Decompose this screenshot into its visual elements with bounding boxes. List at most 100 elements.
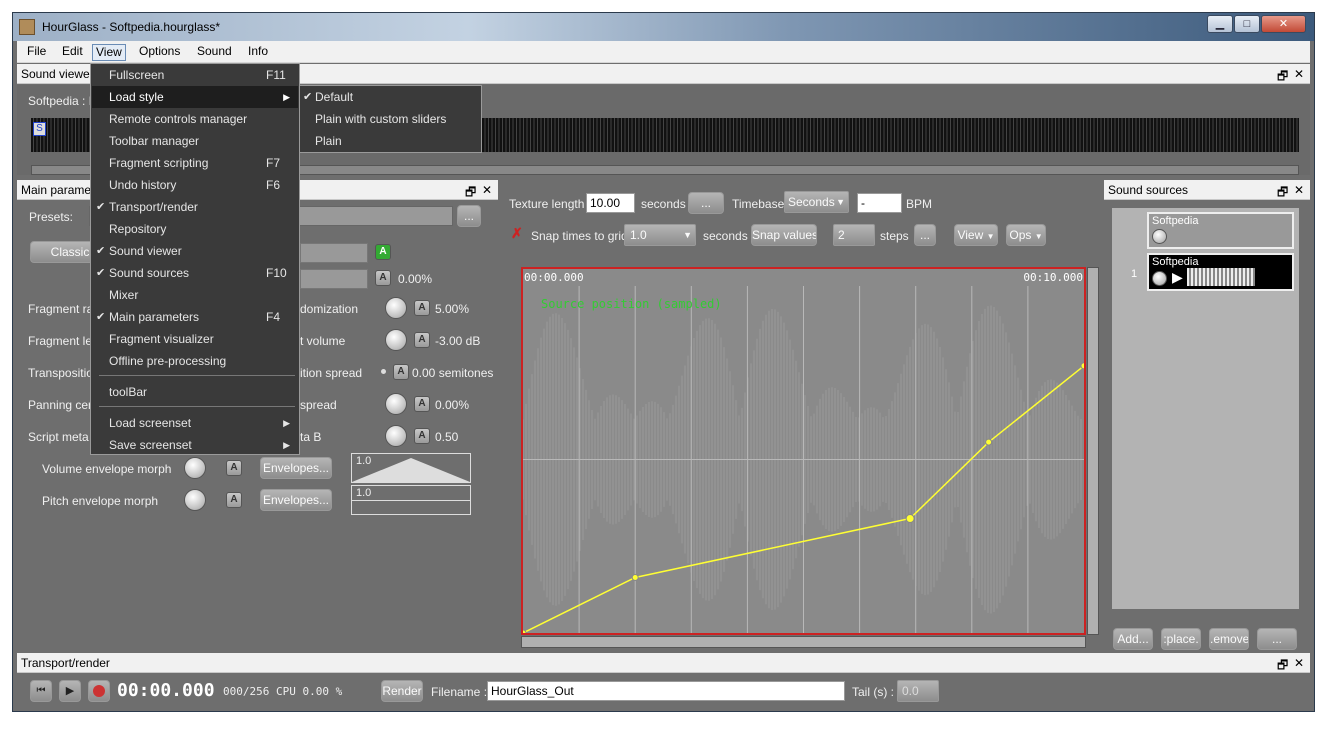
param-knob[interactable] [385,393,407,415]
menu-item-load-style[interactable]: Load style ▶ [92,86,298,108]
sources-more-button[interactable]: ... [1257,628,1297,650]
param-knob[interactable] [385,297,407,319]
pitch-env-knob[interactable] [184,489,206,511]
sound-viewer-marker[interactable]: S [33,122,46,136]
menu-item-label: Undo history [109,178,177,192]
menu-item-fullscreen[interactable]: Fullscreen F11 [92,64,298,86]
menu-item-main-parameters[interactable]: ✔ Main parameters F4 [92,306,298,328]
pitch-envelope-preview[interactable]: 1.0 [351,485,471,515]
close-icon[interactable]: ✕ [482,183,492,197]
close-button[interactable]: ✕ [1261,15,1306,33]
auto-toggle[interactable]: A [414,300,430,316]
length-dropdown[interactable]: ... [688,192,724,214]
steps-more-button[interactable]: ... [914,224,936,246]
menu-item-load-screenset[interactable]: Load screenset ▶ [92,412,298,434]
source-knob[interactable] [1152,271,1167,286]
param-knob[interactable] [385,425,407,447]
menu-item-toolbar-manager[interactable]: Toolbar manager [92,130,298,152]
sound-sources-title-bar: Sound sources 🗗 ✕ [1104,180,1310,200]
auto-toggle[interactable]: A [393,364,409,380]
presets-label: Presets: [29,210,74,224]
steps-spinner[interactable]: 2 [833,224,875,246]
menu-info[interactable]: Info [245,44,271,59]
menu-view[interactable]: View [92,44,126,61]
maximize-button[interactable]: □ [1234,15,1260,33]
param-label: Fragment rat [28,302,97,316]
auto-toggle[interactable]: A [414,428,430,444]
menu-item-fragment-visualizer[interactable]: Fragment visualizer [92,328,298,350]
menu-item-remote-controls[interactable]: Remote controls manager [92,108,298,130]
replace-source-button[interactable]: :place. [1161,628,1201,650]
menu-item-offline-preprocessing[interactable]: Offline pre-processing [92,350,298,372]
ops-button[interactable]: Ops ▼ [1006,224,1046,246]
minimize-button[interactable]: ▁ [1207,15,1233,33]
menu-item-toolbar[interactable]: toolBar [92,381,298,403]
menu-item-style-plain[interactable]: Plain [301,130,480,152]
menu-item-undo-history[interactable]: Undo history F6 [92,174,298,196]
record-icon[interactable] [88,680,110,702]
auto-toggle[interactable]: A [226,460,242,476]
render-button[interactable]: Render [381,680,423,702]
volume-envelope-preview[interactable]: 1.0 [351,453,471,483]
param-knob[interactable] [385,329,407,351]
volume-env-knob[interactable] [184,457,206,479]
menu-item-transport-render[interactable]: ✔ Transport/render [92,196,298,218]
menu-item-fragment-scripting[interactable]: Fragment scripting F7 [92,152,298,174]
data-point [985,438,993,446]
auto-toggle[interactable]: A [414,332,430,348]
source-item[interactable]: Softpedia [1147,212,1294,249]
chevron-right-icon: ▶ [283,418,290,428]
texture-length-input[interactable]: 10.00 [586,193,635,213]
menu-item-label: Save screenset [109,438,192,452]
param-value: 0.00% [435,398,470,412]
plot-canvas [523,286,1084,633]
chevron-down-icon: ▼ [836,197,845,207]
rewind-icon[interactable]: ⏮ [30,680,52,702]
menu-item-repository[interactable]: Repository [92,218,298,240]
add-source-button[interactable]: Add... [1113,628,1153,650]
tail-spinner[interactable]: 0.0 [897,680,939,702]
param-dot[interactable] [381,369,386,374]
filename-input[interactable]: HourGlass_Out [487,681,845,701]
texture-plot[interactable]: 00:00.000 00:10.000 Source position (sam… [521,267,1086,635]
view-menu: Fullscreen F11 Load style ▶ Remote control… [90,63,300,455]
plot-scrollbar-h[interactable] [521,636,1086,648]
menu-item-sound-sources[interactable]: ✔ Sound sources F10 [92,262,298,284]
snap-select[interactable]: 1.0 ▼ [624,224,696,246]
param-slider-1[interactable] [300,243,368,263]
play-icon[interactable]: ▶ [1172,269,1183,286]
menu-item-sound-viewer[interactable]: ✔ Sound viewer [92,240,298,262]
menu-item-style-plain-sliders[interactable]: Plain with custom sliders [301,108,480,130]
bpm-input[interactable]: - [857,193,902,213]
source-knob[interactable] [1152,229,1167,244]
menu-separator [99,375,295,376]
close-icon[interactable]: ✕ [1294,183,1304,197]
snap-checkbox[interactable]: ✗ [511,226,525,240]
menu-file[interactable]: File [24,44,49,59]
close-icon[interactable]: ✕ [1294,656,1304,670]
menu-edit[interactable]: Edit [59,44,86,59]
envelopes-button[interactable]: Envelopes... [260,457,332,479]
timebase-select[interactable]: Seconds ▼ [784,191,849,213]
view-button[interactable]: View ▼ [954,224,998,246]
param-name: t volume [300,334,346,348]
presets-more-button[interactable]: ... [457,205,481,227]
menu-item-style-default[interactable]: ✔ Default [301,86,480,108]
close-icon[interactable]: ✕ [1294,67,1304,81]
menu-item-mixer[interactable]: Mixer [92,284,298,306]
auto-toggle-green[interactable]: A [375,244,391,260]
menu-item-save-screenset[interactable]: Save screenset ▶ [92,434,298,456]
menu-options[interactable]: Options [136,44,183,59]
auto-toggle[interactable]: A [414,396,430,412]
remove-source-button[interactable]: .emove [1209,628,1249,650]
auto-toggle[interactable]: A [226,492,242,508]
auto-toggle[interactable]: A [375,270,391,286]
source-item[interactable]: Softpedia ▶ [1147,253,1294,291]
play-icon[interactable]: ▶ [59,680,81,702]
param-slider-2[interactable] [300,269,368,289]
snap-label: Snap times to grid [531,229,628,243]
menu-sound[interactable]: Sound [194,44,235,59]
snap-values-button[interactable]: Snap values [751,224,817,246]
plot-scrollbar-v[interactable] [1087,267,1099,635]
envelopes-button[interactable]: Envelopes... [260,489,332,511]
